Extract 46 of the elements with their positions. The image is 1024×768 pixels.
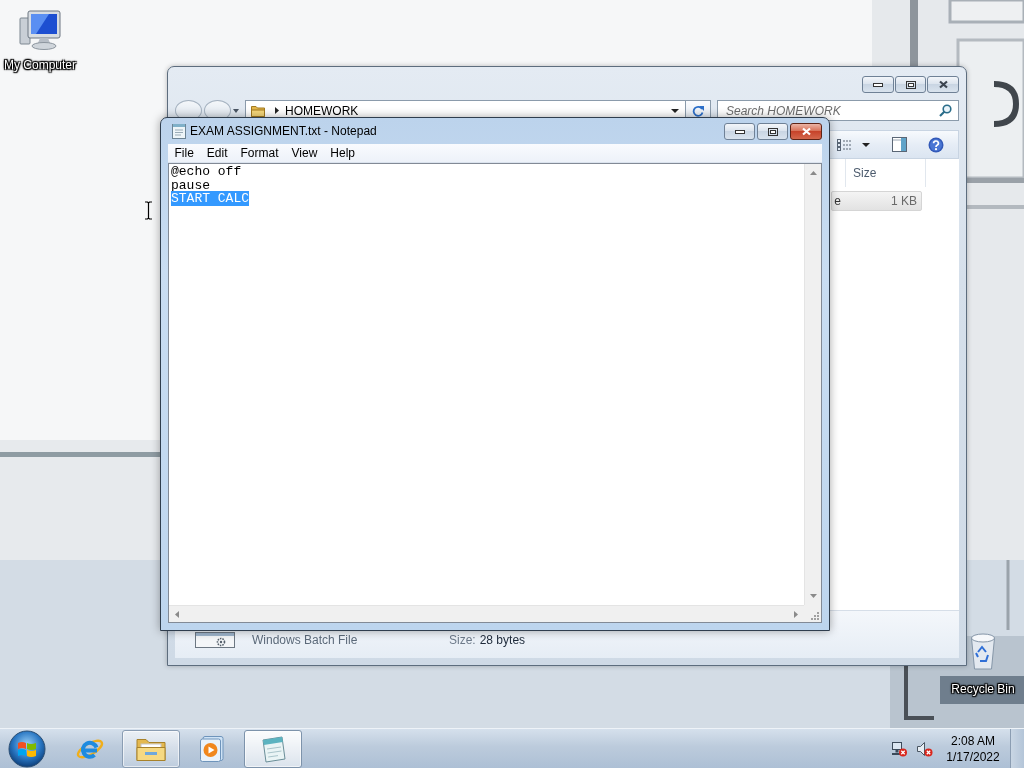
play-icon xyxy=(200,735,224,762)
close-icon xyxy=(800,127,812,136)
menu-item[interactable]: Help xyxy=(323,144,362,162)
notepad-icon xyxy=(172,123,186,139)
text-cursor-icon xyxy=(144,201,153,220)
window-gear-icon xyxy=(195,631,235,648)
table-cell: e xyxy=(834,194,841,208)
chevron-right-icon[interactable] xyxy=(275,107,279,114)
menu-item[interactable]: File xyxy=(168,144,201,162)
menu-item[interactable]: Format xyxy=(234,144,286,162)
refresh-icon xyxy=(692,104,704,117)
details-label: Size: xyxy=(449,632,476,647)
menu-item[interactable]: View xyxy=(285,144,324,162)
desktop-icon-label[interactable]: My Computer xyxy=(4,58,76,72)
folder-icon xyxy=(251,104,265,117)
caret-down-icon[interactable] xyxy=(233,108,239,113)
start-orb-icon xyxy=(8,729,46,768)
maximize-button[interactable] xyxy=(757,123,788,140)
taskbar-button[interactable] xyxy=(122,729,180,768)
text-line: pause xyxy=(171,177,210,193)
window-title: EXAM ASSIGNMENT.txt - Notepad xyxy=(190,124,377,138)
minimize-icon xyxy=(734,129,745,134)
minimize-button[interactable] xyxy=(724,123,755,140)
text-line: @echo off xyxy=(171,164,242,179)
scroll-down-icon[interactable] xyxy=(809,594,817,598)
vertical-scrollbar[interactable] xyxy=(804,164,821,605)
clock-date[interactable]: 1/17/2022 xyxy=(946,748,1000,765)
network-icon[interactable] xyxy=(891,740,907,757)
table-cell: 1 KB xyxy=(891,194,917,208)
horizontal-scrollbar[interactable] xyxy=(169,605,804,622)
computer-icon[interactable] xyxy=(18,8,62,52)
file-type-text: Windows Batch File xyxy=(252,632,359,647)
speaker-icon[interactable] xyxy=(916,740,933,757)
breadcrumb-item[interactable]: HOMEWORK xyxy=(285,104,359,117)
text-editor[interactable]: @echo off pause START CALC xyxy=(168,163,822,623)
details-value: 28 bytes xyxy=(479,632,526,647)
scroll-left-icon[interactable] xyxy=(175,610,179,618)
maximize-icon xyxy=(767,127,778,136)
taskbar-button[interactable] xyxy=(244,729,302,768)
menu-item[interactable]: Edit xyxy=(200,144,235,162)
scroll-right-icon[interactable] xyxy=(794,610,798,618)
caret-down-icon[interactable] xyxy=(671,108,679,113)
scroll-up-icon[interactable] xyxy=(809,171,817,175)
size-grip-icon[interactable] xyxy=(811,612,819,620)
clock-time[interactable]: 2:08 AM xyxy=(951,732,995,749)
close-button[interactable] xyxy=(790,123,822,140)
